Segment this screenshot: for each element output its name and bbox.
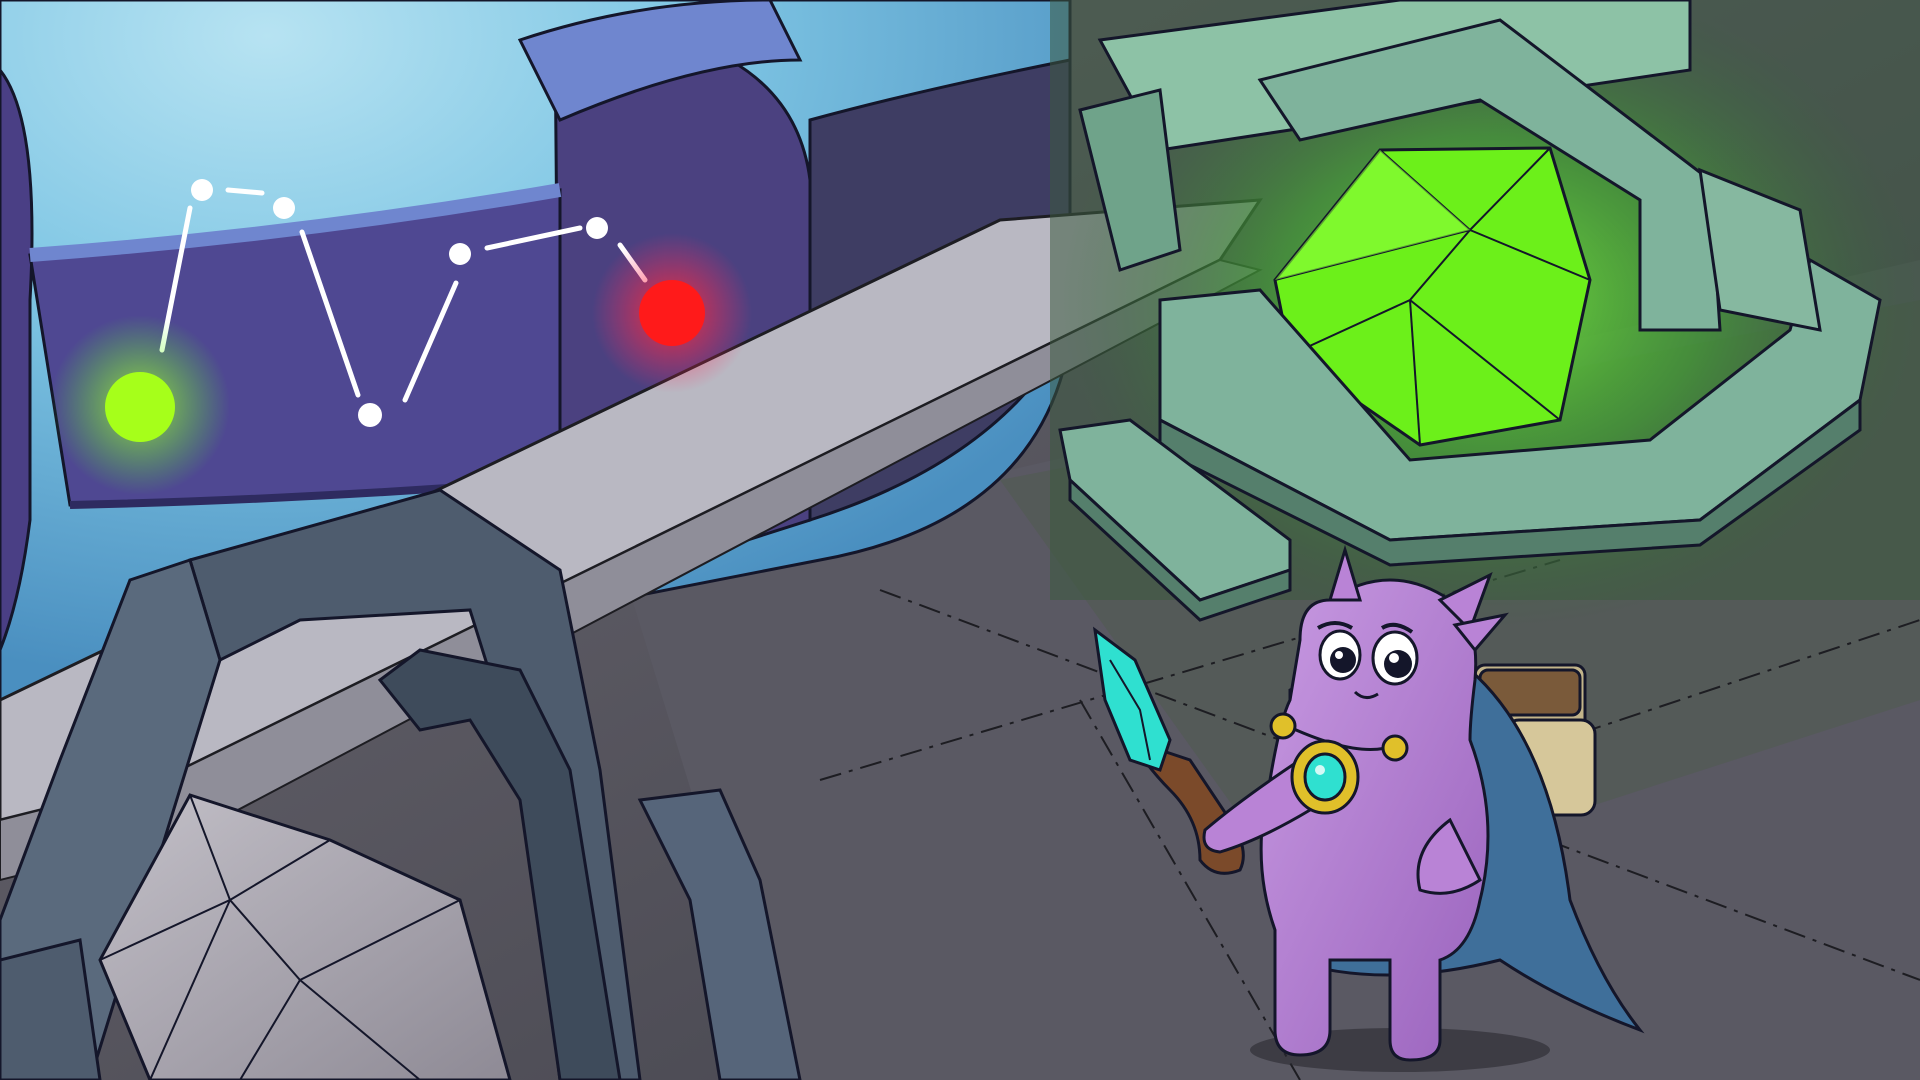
green-crystal-shrine[interactable]: [1050, 0, 1920, 630]
star-node[interactable]: [586, 217, 608, 239]
game-scene: [0, 0, 1920, 1080]
star-node[interactable]: [358, 403, 382, 427]
end-node[interactable]: [639, 280, 705, 346]
star-node[interactable]: [191, 179, 213, 201]
star-node[interactable]: [449, 243, 471, 265]
star-node[interactable]: [273, 197, 295, 219]
start-node[interactable]: [105, 372, 175, 442]
